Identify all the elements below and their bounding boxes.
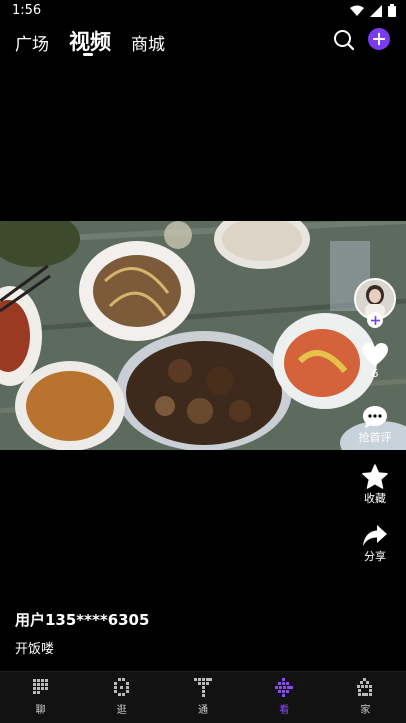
nav-label-chat: 聊 [35,705,46,716]
nav-item-watch[interactable]: 看 [244,672,325,723]
video-frame-image [0,221,406,450]
tab-video[interactable]: 视频 [69,26,111,56]
search-icon[interactable] [333,29,355,51]
video-description: 开饭喽 [15,642,55,657]
chat-icon [32,679,48,694]
share-button[interactable]: 分享 [350,524,400,564]
comment-icon [363,406,387,428]
comment-button[interactable]: 抢首评 [350,405,400,445]
nav-item-browse[interactable]: 逛 [81,672,162,723]
share-label: 分享 [364,550,386,563]
nav-item-connect[interactable]: 通 [162,672,243,723]
browse-icon [113,678,129,696]
home-icon [357,678,373,696]
wifi-icon [350,5,364,16]
tab-mall[interactable]: 商城 [131,30,165,55]
author-username[interactable]: 用户135****6305 [15,609,149,630]
nav-item-home[interactable]: 家 [325,672,406,723]
favorite-button[interactable]: 收藏 [350,464,400,506]
video-feed-screen: 1:56 广场 视频 商城 6 抢首评 收藏 分享 用户135****6305 … [0,0,406,723]
nav-label-connect: 通 [198,705,208,716]
share-arrow-icon [363,525,387,546]
connect-icon [194,678,212,697]
nav-label-watch: 看 [279,705,290,716]
status-icons [350,4,396,17]
watch-icon [275,678,294,697]
status-bar: 1:56 [0,0,406,24]
author-avatar[interactable] [354,278,396,328]
bottom-navigation: 聊 逛 通 看 家 [0,671,406,723]
favorite-label: 收藏 [364,492,386,505]
tab-plaza[interactable]: 广场 [15,30,49,55]
top-navigation: 广场 视频 商城 [0,26,406,60]
like-count: 6 [371,367,379,380]
like-button[interactable]: 6 [350,343,400,380]
nav-label-home: 家 [360,705,371,716]
heart-icon [362,343,388,366]
video-player[interactable] [0,221,406,450]
nav-item-chat[interactable]: 聊 [0,672,81,723]
comment-label: 抢首评 [358,431,392,444]
active-tab-indicator [83,53,93,56]
status-time: 1:56 [12,3,42,18]
follow-plus-icon [370,315,380,325]
nav-label-browse: 逛 [116,705,127,716]
add-button[interactable] [368,28,390,50]
star-icon [362,464,388,489]
battery-icon [388,4,396,17]
plus-icon [373,33,385,45]
follow-button[interactable] [367,312,383,328]
signal-icon [370,4,382,17]
